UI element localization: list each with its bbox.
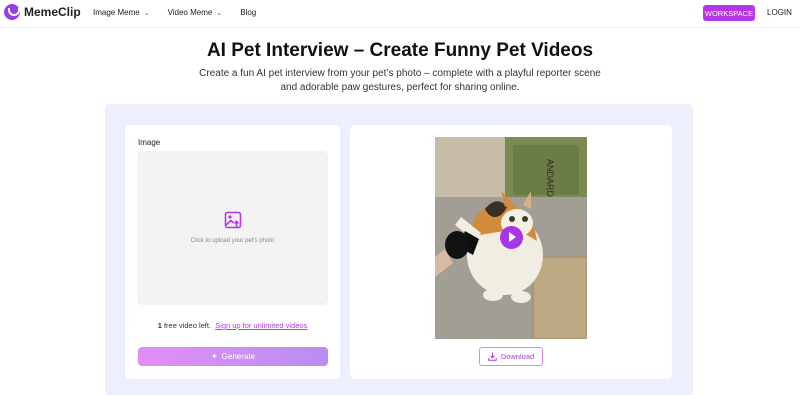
nav-label: Video Meme [167,8,213,17]
brand-logo[interactable]: MemeClip [4,4,81,20]
image-field-label: Image [138,138,161,147]
play-button[interactable] [500,226,523,249]
cabinet-lettering: ANDARD [545,159,555,198]
chevron-down-icon: ⌄ [216,9,223,17]
nav-label: Image Meme [93,8,140,17]
free-text: free video left. [163,321,212,330]
image-upload-icon [224,211,242,229]
download-button[interactable]: Download [479,347,543,366]
workspace-button[interactable]: WORKSPACE [703,5,755,21]
sparkle-icon: ✦ [210,352,218,361]
nav-video-meme[interactable]: Video Meme ⌄ [168,8,223,17]
subtitle-line: Create a fun AI pet interview from your … [199,68,601,79]
nav-image-meme[interactable]: Image Meme ⌄ [93,8,150,17]
page-subtitle: Create a fun AI pet interview from your … [190,67,610,95]
generate-label: Generate [221,352,256,361]
brand-name: MemeClip [24,5,81,19]
page-title: AI Pet Interview – Create Funny Pet Vide… [206,40,594,61]
subtitle-line: and adorable paw gestures, perfect for s… [280,82,520,93]
chevron-down-icon: ⌄ [143,9,150,17]
download-icon [488,352,497,361]
smiley-logo-icon [4,4,20,20]
nav-label: Blog [240,8,257,17]
upload-hint: Click to upload your pet's photo [190,238,275,244]
free-videos-notice: 1 free video left. Sign up for unlimited… [125,321,340,330]
top-navigation-bar: MemeClip Image Meme ⌄ Video Meme ⌄ Blog … [0,0,800,28]
download-label: Download [500,352,535,361]
login-link[interactable]: LOGIN [767,8,792,17]
signup-link[interactable]: Sign up for unlimited videos [215,321,307,330]
free-count: 1 [157,321,162,330]
nav-blog[interactable]: Blog [240,8,256,17]
main-nav: Image Meme ⌄ Video Meme ⌄ Blog [93,8,256,17]
generate-button[interactable]: ✦ Generate [138,347,328,366]
